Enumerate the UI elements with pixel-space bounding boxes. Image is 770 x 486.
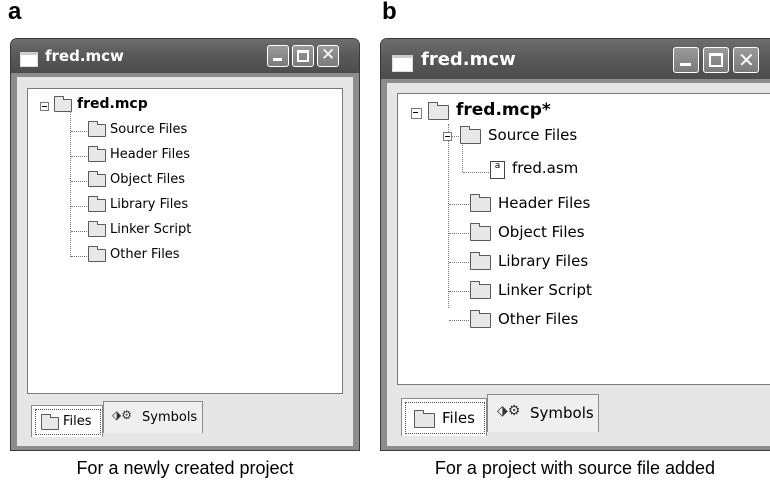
folder-icon: [470, 281, 491, 299]
title-bar-b[interactable]: fred.mcw ✕: [381, 39, 770, 79]
tree-root-label[interactable]: fred.mcp: [77, 96, 148, 112]
window-a: fred.mcw ✕ fred.mcp Source Files Header …: [10, 38, 360, 451]
maximize-button[interactable]: [703, 47, 729, 73]
folder-icon: [88, 146, 106, 162]
minimize-icon: [273, 58, 282, 61]
collapse-toggle[interactable]: [443, 132, 452, 141]
tab-files[interactable]: Files: [31, 405, 103, 437]
minimize-button[interactable]: [673, 47, 699, 73]
tab-symbols[interactable]: ⬗⚙ Symbols: [103, 401, 203, 433]
folder-icon: [470, 194, 491, 212]
client-area-a: fred.mcp Source Files Header Files Objec…: [17, 77, 353, 446]
project-tree-b[interactable]: fred.mcp* Source Files a fred.asm Header…: [397, 93, 770, 385]
folder-icon: [88, 121, 106, 137]
folder-icon: [88, 196, 106, 212]
folder-icon: [88, 246, 106, 262]
folder-icon: [460, 126, 481, 144]
tree-item-linker-script[interactable]: Linker Script: [110, 222, 191, 237]
symbols-icon: ⬗⚙: [497, 403, 521, 419]
symbols-icon: ⬗⚙: [112, 408, 132, 422]
tree-item-library-files[interactable]: Library Files: [498, 252, 588, 270]
folder-icon: [470, 310, 491, 328]
tab-files-label: Files: [442, 409, 475, 427]
tree-item-source-files[interactable]: Source Files: [488, 126, 577, 144]
folder-icon: [88, 221, 106, 237]
tab-symbols[interactable]: ⬗⚙ Symbols: [487, 394, 599, 432]
project-icon: [428, 102, 449, 120]
window-icon: [392, 55, 413, 72]
collapse-toggle[interactable]: [411, 108, 422, 119]
folder-icon: [414, 410, 435, 428]
minimize-icon: [680, 63, 691, 66]
tree-item-fred-asm[interactable]: fred.asm: [512, 159, 578, 177]
tab-symbols-label: Symbols: [142, 410, 198, 425]
asm-file-icon: a: [490, 161, 505, 179]
maximize-icon: [709, 53, 723, 67]
maximize-button[interactable]: [292, 45, 314, 67]
caption-a: For a newly created project: [76, 458, 294, 478]
folder-icon: [470, 223, 491, 241]
minimize-button[interactable]: [267, 45, 289, 67]
maximize-icon: [297, 50, 309, 62]
tree-item-source-files[interactable]: Source Files: [110, 122, 187, 137]
caption-b: For a project with source file added: [434, 458, 716, 478]
tab-strip-b: Files ⬗⚙ Symbols: [397, 389, 770, 437]
close-icon: ✕: [738, 48, 755, 72]
tree-item-linker-script[interactable]: Linker Script: [498, 281, 592, 299]
window-b: fred.mcw ✕ fred.mcp* Source Files a fred…: [380, 38, 770, 451]
close-button[interactable]: ✕: [733, 47, 759, 73]
close-icon: ✕: [321, 45, 336, 65]
window-icon: [20, 52, 38, 67]
folder-icon: [88, 171, 106, 187]
tree-root-label[interactable]: fred.mcp*: [456, 100, 551, 120]
tree-item-other-files[interactable]: Other Files: [110, 247, 180, 262]
tree-item-header-files[interactable]: Header Files: [498, 194, 590, 212]
folder-icon: [470, 252, 491, 270]
tab-files-label: Files: [63, 414, 92, 429]
tab-files[interactable]: Files: [401, 398, 487, 436]
folder-icon: [41, 414, 59, 430]
tree-item-other-files[interactable]: Other Files: [498, 310, 578, 328]
close-button[interactable]: ✕: [317, 45, 339, 67]
panel-a-letter: a: [8, 0, 22, 25]
client-area-b: fred.mcp* Source Files a fred.asm Header…: [387, 83, 770, 446]
project-tree-a[interactable]: fred.mcp Source Files Header Files Objec…: [27, 88, 343, 394]
tree-item-object-files[interactable]: Object Files: [498, 223, 585, 241]
title-bar-a[interactable]: fred.mcw ✕: [11, 39, 359, 73]
tree-item-header-files[interactable]: Header Files: [110, 147, 190, 162]
collapse-toggle[interactable]: [40, 102, 49, 111]
window-title-b: fred.mcw: [421, 49, 516, 70]
tab-symbols-label: Symbols: [530, 404, 594, 422]
tree-item-library-files[interactable]: Library Files: [110, 197, 188, 212]
project-icon: [54, 96, 72, 112]
tree-item-object-files[interactable]: Object Files: [110, 172, 185, 187]
panel-b-letter: b: [382, 0, 397, 25]
tab-strip-a: Files ⬗⚙ Symbols: [27, 397, 343, 437]
window-title-a: fred.mcw: [45, 47, 124, 65]
